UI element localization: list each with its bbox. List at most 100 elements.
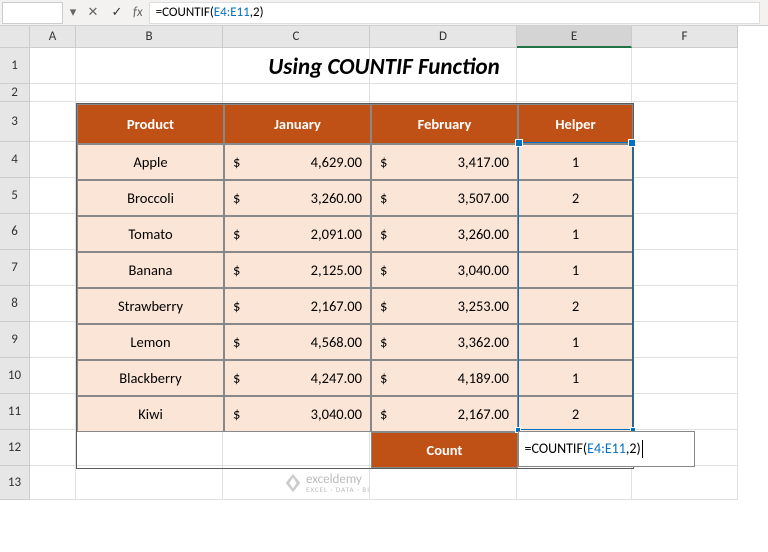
cell[interactable]	[517, 84, 632, 102]
header-helper[interactable]: Helper	[518, 104, 633, 144]
cell[interactable]	[517, 48, 632, 84]
cell[interactable]	[30, 250, 76, 286]
cell-helper[interactable]: 2	[518, 180, 633, 216]
fx-icon[interactable]: fx	[133, 5, 143, 20]
row-header[interactable]: 10	[0, 358, 30, 394]
cell-january[interactable]: $2,167.00	[224, 288, 371, 324]
cell-product[interactable]: Strawberry	[77, 288, 224, 324]
cell-helper[interactable]: 2	[518, 288, 633, 324]
cell-helper[interactable]: 1	[518, 360, 633, 396]
cell-helper[interactable]: 1	[518, 252, 633, 288]
row-header[interactable]: 3	[0, 102, 30, 142]
cell[interactable]	[632, 214, 738, 250]
cell-product[interactable]: Broccoli	[77, 180, 224, 216]
cell[interactable]	[370, 466, 517, 500]
cell[interactable]	[30, 214, 76, 250]
cell-february[interactable]: $2,167.00	[371, 396, 518, 432]
row-header[interactable]: 11	[0, 394, 30, 430]
confirm-formula-icon[interactable]: ✓	[105, 2, 129, 24]
row-header[interactable]: 7	[0, 250, 30, 286]
active-cell-editor[interactable]: =COUNTIF(E4:E11,2)	[518, 431, 695, 467]
cell[interactable]	[30, 430, 76, 466]
cell[interactable]	[30, 178, 76, 214]
row-header[interactable]: 13	[0, 466, 30, 500]
cell-january[interactable]: $4,568.00	[224, 324, 371, 360]
cell-product[interactable]: Tomato	[77, 216, 224, 252]
cell-february[interactable]: $3,362.00	[371, 324, 518, 360]
cell-product[interactable]: Lemon	[77, 324, 224, 360]
cell[interactable]	[30, 322, 76, 358]
cell-february[interactable]: $3,260.00	[371, 216, 518, 252]
cell-january[interactable]: $3,260.00	[224, 180, 371, 216]
cell-january[interactable]: $2,125.00	[224, 252, 371, 288]
count-label-cell[interactable]: Count	[371, 432, 518, 468]
cell[interactable]	[30, 48, 76, 84]
cell[interactable]	[30, 84, 76, 102]
row-header[interactable]: 4	[0, 142, 30, 178]
cell[interactable]	[632, 394, 738, 430]
cell[interactable]	[370, 84, 517, 102]
cell[interactable]	[632, 102, 738, 142]
row-header[interactable]: 6	[0, 214, 30, 250]
cell-helper[interactable]: 1	[518, 324, 633, 360]
cell-helper[interactable]: 1	[518, 216, 633, 252]
column-header[interactable]: E	[517, 26, 632, 48]
cell-february[interactable]: $4,189.00	[371, 360, 518, 396]
column-header[interactable]: D	[370, 26, 517, 48]
cancel-formula-icon[interactable]: ✕	[81, 2, 105, 24]
column-header[interactable]: F	[632, 26, 738, 48]
cell-february[interactable]: $3,417.00	[371, 144, 518, 180]
cell[interactable]	[76, 48, 223, 84]
cell[interactable]	[30, 358, 76, 394]
column-header[interactable]: C	[223, 26, 370, 48]
cell[interactable]	[632, 466, 738, 500]
select-all-corner[interactable]	[0, 26, 30, 48]
cell-helper[interactable]: 1	[518, 144, 633, 180]
cell[interactable]	[632, 322, 738, 358]
column-header[interactable]: B	[76, 26, 223, 48]
name-box-dropdown-icon[interactable]: ▾	[65, 5, 81, 20]
cell-product[interactable]: Kiwi	[77, 396, 224, 432]
name-box[interactable]	[2, 2, 63, 24]
cell[interactable]	[632, 48, 738, 84]
cell-january[interactable]: $4,629.00	[224, 144, 371, 180]
cell-january[interactable]: $4,247.00	[224, 360, 371, 396]
cell[interactable]	[30, 394, 76, 430]
cell-january[interactable]: $2,091.00	[224, 216, 371, 252]
cell[interactable]	[370, 48, 517, 84]
cell[interactable]	[30, 466, 76, 500]
header-february[interactable]: February	[371, 104, 518, 144]
cell[interactable]	[223, 48, 370, 84]
cell[interactable]	[632, 286, 738, 322]
cell[interactable]	[30, 286, 76, 322]
row-header[interactable]: 12	[0, 430, 30, 466]
cell-helper[interactable]: 2	[518, 396, 633, 432]
cell[interactable]	[223, 84, 370, 102]
cell[interactable]	[76, 84, 223, 102]
cell-product[interactable]: Banana	[77, 252, 224, 288]
cell[interactable]	[30, 142, 76, 178]
row-header[interactable]: 2	[0, 84, 30, 102]
cell[interactable]	[632, 142, 738, 178]
row-header[interactable]: 5	[0, 178, 30, 214]
header-product[interactable]: Product	[77, 104, 224, 144]
cell[interactable]	[517, 466, 632, 500]
row-header[interactable]: 9	[0, 322, 30, 358]
cell[interactable]	[632, 178, 738, 214]
row-header[interactable]: 8	[0, 286, 30, 322]
cell-product[interactable]: Blackberry	[77, 360, 224, 396]
formula-input[interactable]: =COUNTIF(E4:E11,2)	[149, 2, 760, 24]
row-header[interactable]: 1	[0, 48, 30, 84]
cell-february[interactable]: $3,507.00	[371, 180, 518, 216]
column-header[interactable]: A	[30, 26, 76, 48]
cell[interactable]	[30, 102, 76, 142]
cell[interactable]	[632, 358, 738, 394]
cell-february[interactable]: $3,040.00	[371, 252, 518, 288]
header-january[interactable]: January	[224, 104, 371, 144]
cell-product[interactable]: Apple	[77, 144, 224, 180]
cell[interactable]	[632, 84, 738, 102]
cell[interactable]	[632, 250, 738, 286]
cell[interactable]	[76, 466, 223, 500]
cell-january[interactable]: $3,040.00	[224, 396, 371, 432]
cell-february[interactable]: $3,253.00	[371, 288, 518, 324]
